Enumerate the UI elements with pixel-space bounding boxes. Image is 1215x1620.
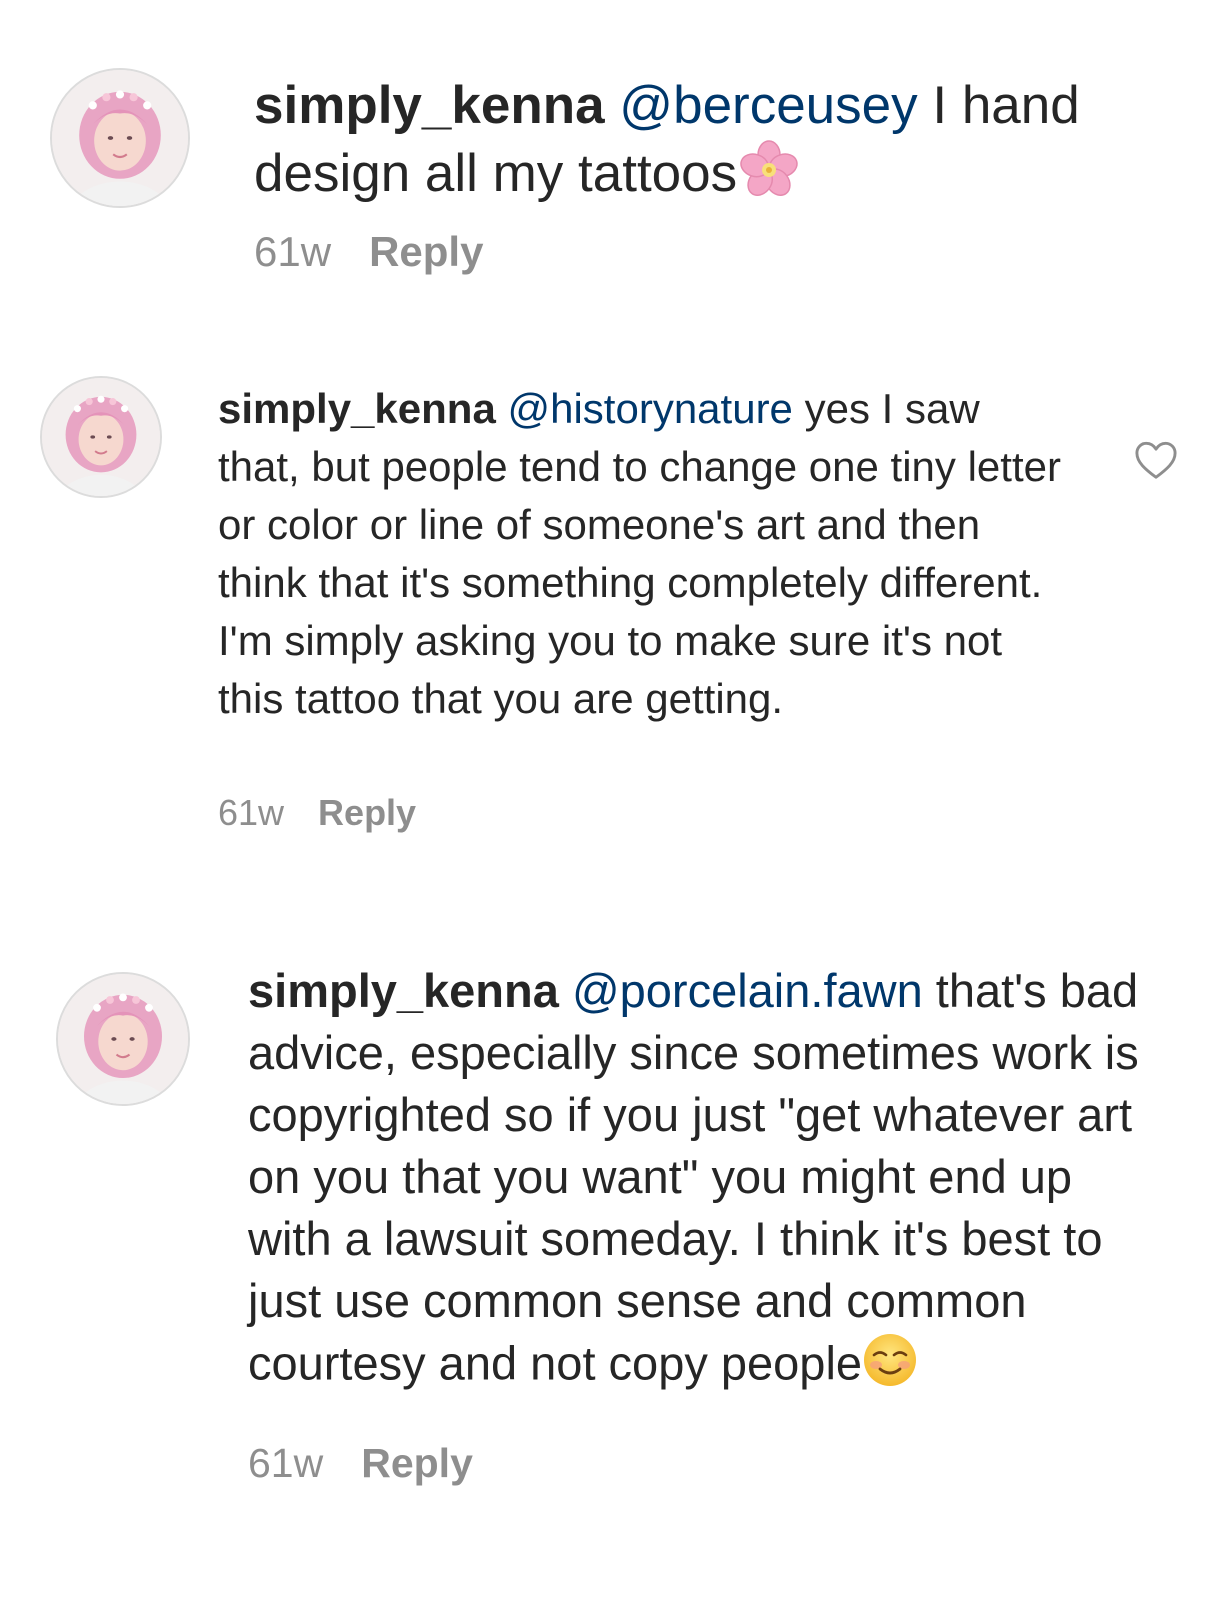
- comment-text: simply_kenna @porcelain.fawn that's bad …: [248, 960, 1148, 1403]
- smiling-face-emoji: [862, 1332, 918, 1403]
- comment-3: simply_kenna @porcelain.fawn that's bad …: [0, 920, 1215, 1620]
- heart-outline-icon[interactable]: [1134, 440, 1178, 480]
- username[interactable]: simply_kenna: [218, 385, 496, 432]
- username[interactable]: simply_kenna: [254, 76, 605, 135]
- comment-text: simply_kenna @historynature yes I saw th…: [218, 380, 1068, 728]
- timestamp: 61w: [248, 1440, 324, 1486]
- avatar[interactable]: [40, 376, 162, 498]
- comment-meta: 61w Reply: [218, 792, 416, 834]
- reply-button[interactable]: Reply: [361, 1440, 473, 1487]
- comment-text: simply_kenna @berceusey I hand design al…: [254, 72, 1114, 217]
- comment-meta: 61w Reply: [254, 228, 483, 276]
- comment-meta: 61w Reply: [248, 1440, 473, 1487]
- profile-photo: [52, 70, 188, 206]
- mention-link[interactable]: @historynature: [507, 385, 792, 432]
- profile-photo: [58, 974, 188, 1104]
- reply-button[interactable]: Reply: [318, 792, 416, 834]
- cherry-blossom-emoji: [737, 140, 801, 217]
- mention-link[interactable]: @berceusey: [619, 76, 917, 135]
- username[interactable]: simply_kenna: [248, 964, 559, 1017]
- comment-2: simply_kenna @historynature yes I saw th…: [0, 340, 1215, 900]
- timestamp: 61w: [254, 228, 332, 275]
- profile-photo: [42, 378, 160, 496]
- mention-link[interactable]: @porcelain.fawn: [572, 964, 923, 1017]
- comment-1: simply_kenna @berceusey I hand design al…: [0, 0, 1215, 300]
- avatar[interactable]: [56, 972, 190, 1106]
- reply-button[interactable]: Reply: [369, 228, 483, 276]
- comment-body: yes I saw that, but people tend to chang…: [218, 385, 1061, 722]
- avatar[interactable]: [50, 68, 190, 208]
- comment-body: that's bad advice, especially since some…: [248, 964, 1139, 1390]
- timestamp: 61w: [218, 792, 285, 833]
